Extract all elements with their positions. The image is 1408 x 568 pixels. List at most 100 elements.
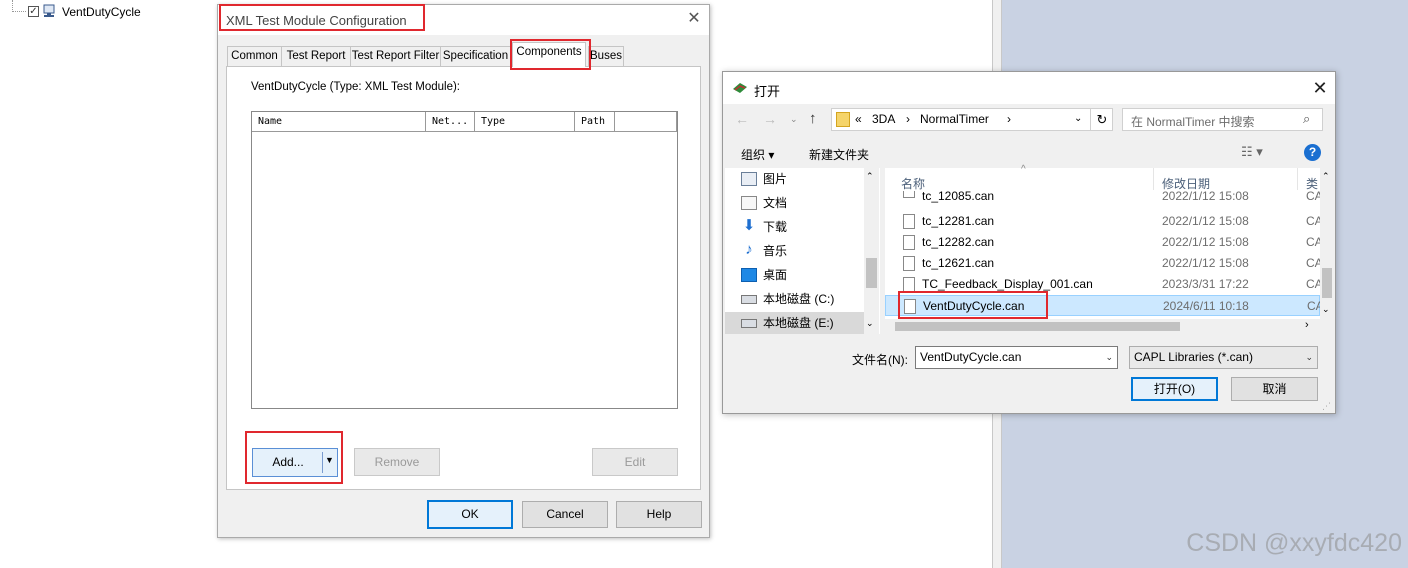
search-placeholder: 在 NormalTimer 中搜索 <box>1131 115 1255 129</box>
column-header-type[interactable]: 类 <box>1306 175 1318 192</box>
components-list[interactable]: Name Net... Type Path <box>251 111 678 409</box>
file-name: tc_12282.can <box>922 235 995 249</box>
dialog-titlebar: XML Test Module Configuration ✕ <box>218 5 709 35</box>
filter-value: CAPL Libraries (*.can) <box>1134 350 1253 364</box>
resize-grip-icon[interactable]: ⋰ <box>1322 401 1331 412</box>
edit-button[interactable]: Edit <box>592 448 678 476</box>
file-name: tc_12281.can <box>922 214 995 228</box>
tab-components[interactable]: Components <box>512 42 586 67</box>
file-icon <box>903 214 915 229</box>
file-vertical-scrollbar[interactable]: ⌃ ⌄ <box>1320 168 1334 319</box>
column-header-name[interactable]: 名称 <box>901 175 925 192</box>
drive-c-icon <box>741 295 757 304</box>
file-type-filter[interactable]: CAPL Libraries (*.can) ⌄ <box>1129 346 1318 369</box>
view-options-icon[interactable]: ☷ ▾ <box>1241 144 1263 160</box>
file-list-header: 名称 ^ 修改日期 类 <box>885 164 1320 192</box>
file-list-pane[interactable]: 名称 ^ 修改日期 类 tc_12085.can 2022/1/12 15:08… <box>885 164 1334 334</box>
file-name: TC_Feedback_Display_001.can <box>922 277 1093 291</box>
file-date: 2022/1/12 15:08 <box>1162 235 1249 249</box>
remove-button[interactable]: Remove <box>354 448 440 476</box>
column-header-name[interactable]: Name <box>252 112 426 132</box>
column-header-blank <box>615 112 677 132</box>
breadcrumb-normaltimer[interactable]: NormalTimer <box>920 112 989 126</box>
scroll-up-icon[interactable]: ⌃ <box>866 171 874 182</box>
forward-arrow-icon[interactable]: → <box>763 111 777 127</box>
recent-dropdown-icon[interactable]: ⌄ <box>790 114 798 125</box>
file-icon <box>903 235 915 250</box>
file-row[interactable]: tc_12621.can 2022/1/12 15:08 CA <box>885 253 1320 274</box>
up-arrow-icon[interactable]: ↑ <box>809 110 817 127</box>
tree-item-label[interactable]: VentDutyCycle <box>62 5 141 19</box>
filename-label: 文件名(N): <box>852 353 908 367</box>
refresh-icon[interactable]: ↻ <box>1090 109 1113 130</box>
nav-item-drive-e[interactable]: 本地磁盘 (E:) <box>725 312 865 334</box>
scrollbar-thumb[interactable] <box>1322 268 1332 298</box>
dialog-title: 打开 <box>754 84 781 99</box>
breadcrumb-3da[interactable]: 3DA <box>872 112 895 126</box>
chevron-down-icon[interactable]: ⌄ <box>1105 347 1113 368</box>
tab-test-report[interactable]: Test Report <box>281 46 351 66</box>
cancel-button[interactable]: Cancel <box>522 501 608 528</box>
nav-item-downloads[interactable]: ⬇ 下载 <box>743 216 787 238</box>
file-row[interactable]: TC_Feedback_Display_001.can 2023/3/31 17… <box>885 274 1320 295</box>
organize-menu[interactable]: 组织 ▾ <box>741 146 774 163</box>
ok-button[interactable]: OK <box>427 500 513 529</box>
dialog-title: XML Test Module Configuration <box>226 13 407 28</box>
panel-caption: VentDutyCycle (Type: XML Test Module): <box>251 81 461 93</box>
tab-specification[interactable]: Specification <box>440 46 511 66</box>
open-file-dialog: 打开 ✕ ← → ⌄ ↑ « 3DA › NormalTimer › ⌄ ↻ 在… <box>722 71 1336 414</box>
help-icon[interactable]: ? <box>1304 144 1321 161</box>
downloads-icon: ⬇ <box>742 217 756 234</box>
nav-item-label: 本地磁盘 (E:) <box>763 316 834 330</box>
scroll-right-icon[interactable]: › <box>1305 319 1309 331</box>
scroll-down-icon[interactable]: ⌄ <box>1322 304 1330 315</box>
add-button-label[interactable]: Add... <box>253 455 323 469</box>
file-row-selected[interactable]: VentDutyCycle.can 2024/6/11 10:18 CA <box>885 295 1321 316</box>
tab-buses[interactable]: Buses <box>588 46 624 66</box>
nav-item-documents[interactable]: 文档 <box>741 192 787 214</box>
open-button[interactable]: 打开(O) <box>1131 377 1218 401</box>
back-arrow-icon[interactable]: ← <box>735 111 749 127</box>
navigation-pane[interactable]: 图片 文档 ⬇ 下载 ♪ 音乐 桌面 本地磁盘 (C:) 本地磁盘 (E:) ⌃ <box>725 168 880 334</box>
nav-item-music[interactable]: ♪ 音乐 <box>745 240 787 262</box>
close-icon[interactable]: ✕ <box>1309 77 1331 99</box>
column-header-date[interactable]: 修改日期 <box>1162 175 1210 192</box>
tab-test-report-filter[interactable]: Test Report Filter <box>350 46 441 66</box>
column-header-path[interactable]: Path <box>575 112 615 132</box>
drive-e-icon <box>741 319 757 328</box>
column-header-net[interactable]: Net... <box>426 112 475 132</box>
file-row[interactable]: tc_12282.can 2022/1/12 15:08 CA <box>885 232 1320 253</box>
nav-item-pictures[interactable]: 图片 <box>741 168 787 190</box>
file-row[interactable]: tc_12085.can 2022/1/12 15:08 CA <box>885 191 1320 204</box>
dropdown-arrow-icon[interactable]: ▼ <box>325 455 334 465</box>
column-header-type[interactable]: Type <box>475 112 575 132</box>
nav-item-desktop[interactable]: 桌面 <box>741 264 787 286</box>
file-horizontal-scrollbar[interactable]: › <box>885 319 1334 334</box>
scrollbar-thumb[interactable] <box>866 258 877 288</box>
address-bar[interactable]: « 3DA › NormalTimer › ⌄ ↻ <box>831 108 1113 131</box>
file-row[interactable]: tc_12281.can 2022/1/12 15:08 CA <box>885 211 1320 232</box>
nav-item-label: 本地磁盘 (C:) <box>763 292 835 306</box>
help-button[interactable]: Help <box>616 501 702 528</box>
nav-item-drive-c[interactable]: 本地磁盘 (C:) <box>741 288 835 310</box>
filename-input[interactable]: VentDutyCycle.can ⌄ <box>915 346 1118 369</box>
nav-scrollbar[interactable]: ⌃ ⌄ <box>864 168 879 334</box>
scrollbar-thumb[interactable] <box>895 322 1180 331</box>
search-input[interactable]: 在 NormalTimer 中搜索 ⌕ <box>1122 108 1323 131</box>
new-folder-button[interactable]: 新建文件夹 <box>809 146 869 163</box>
cancel-button[interactable]: 取消 <box>1231 377 1318 401</box>
chevron-down-icon[interactable]: ⌄ <box>1305 347 1313 368</box>
tab-common[interactable]: Common <box>227 46 282 66</box>
file-type: CA <box>1307 299 1321 313</box>
components-panel: VentDutyCycle (Type: XML Test Module): N… <box>226 66 701 490</box>
add-split-button[interactable]: Add... ▼ <box>252 448 338 477</box>
scroll-down-icon[interactable]: ⌄ <box>866 318 874 329</box>
file-name: tc_12085.can <box>922 191 995 203</box>
search-icon[interactable]: ⌕ <box>1303 111 1310 127</box>
chevron-down-icon[interactable]: ⌄ <box>1074 113 1082 124</box>
scroll-up-icon[interactable]: ⌃ <box>1322 171 1330 182</box>
tree-checkbox[interactable]: ✓ <box>28 6 39 17</box>
breadcrumb-overflow[interactable]: « <box>855 112 862 126</box>
chevron-right-icon: › <box>906 112 910 126</box>
close-icon[interactable]: ✕ <box>685 10 703 28</box>
